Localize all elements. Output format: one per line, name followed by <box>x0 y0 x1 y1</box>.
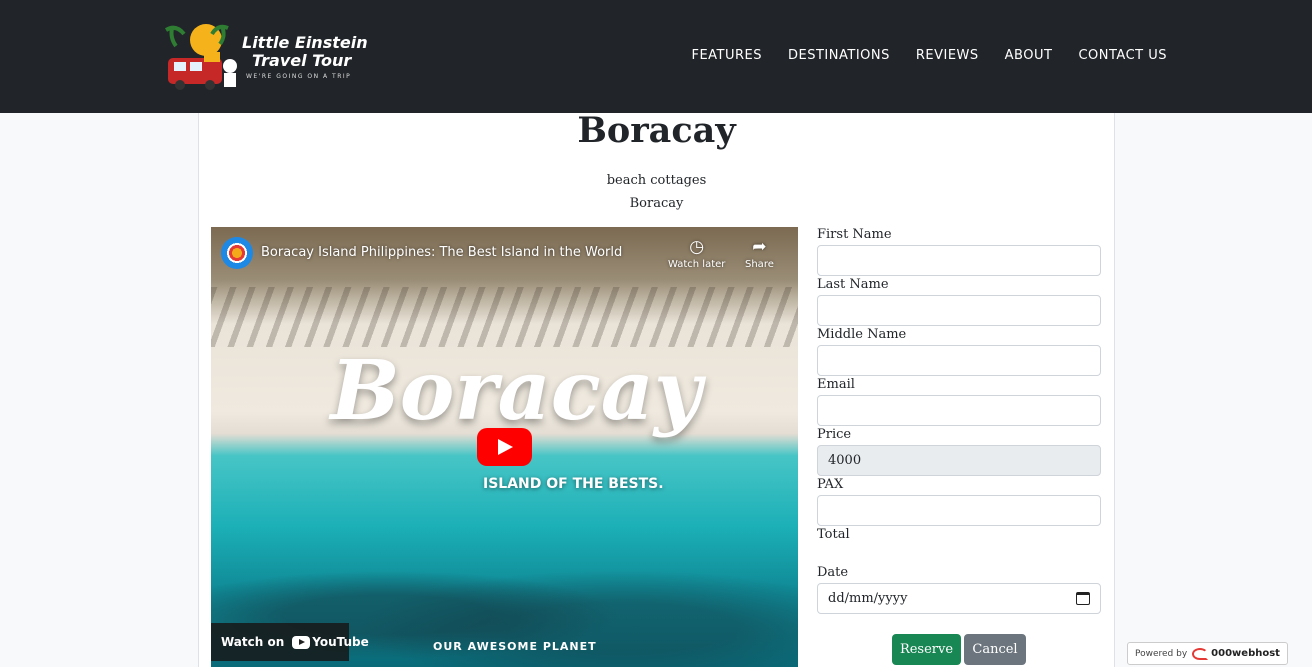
youtube-video-embed[interactable]: Boracay Island Philippines: The Best Isl… <box>211 227 798 667</box>
email-label: Email <box>817 377 855 392</box>
last-name-group: Last Name <box>817 277 1101 326</box>
email-group: Email <box>817 377 1101 426</box>
video-overlay-title: Boracay <box>330 343 702 439</box>
share-icon: ➦ <box>752 237 767 257</box>
youtube-play-icon <box>292 635 311 649</box>
reserve-button[interactable]: Reserve <box>892 634 961 665</box>
webhost-logo-icon <box>1192 647 1209 660</box>
date-placeholder: dd/mm/yyyy <box>828 591 908 606</box>
destination-container: Boracay beach cottages Boracay Boracay I… <box>198 113 1115 667</box>
nav-about[interactable]: ABOUT <box>1005 48 1053 63</box>
nav-destinations[interactable]: DESTINATIONS <box>788 48 890 63</box>
calendar-icon[interactable] <box>1076 592 1090 605</box>
youtube-label: YouTube <box>312 635 369 649</box>
share-button[interactable]: ➦ Share <box>745 237 774 270</box>
navbar: Little Einstein Travel Tour WE'RE GOING … <box>0 0 1312 113</box>
watch-later-label: Watch later <box>668 259 726 270</box>
email-input[interactable] <box>817 395 1101 426</box>
date-group: Date dd/mm/yyyy <box>817 565 1101 614</box>
hosting-badge[interactable]: Powered by 000webhost <box>1127 642 1288 665</box>
brand-logo[interactable]: Little Einstein Travel Tour WE'RE GOING … <box>158 20 368 94</box>
nav-reviews[interactable]: REVIEWS <box>916 48 979 63</box>
watch-later-button[interactable]: ◷ Watch later <box>668 237 725 270</box>
middle-name-input[interactable] <box>817 345 1101 376</box>
video-title[interactable]: Boracay Island Philippines: The Best Isl… <box>261 245 622 260</box>
price-label: Price <box>817 427 852 442</box>
first-name-input[interactable] <box>817 245 1101 276</box>
pax-group: PAX <box>817 477 1101 526</box>
last-name-label: Last Name <box>817 277 889 292</box>
destination-location: Boracay <box>629 196 684 211</box>
brand-tagline: WE'RE GOING ON A TRIP <box>246 73 352 80</box>
date-label: Date <box>817 565 849 580</box>
nav-contact-us[interactable]: CONTACT US <box>1078 48 1167 63</box>
channel-watermark: OUR AWESOME PLANET <box>433 640 597 653</box>
page-title: Boracay <box>577 110 736 151</box>
beach-huts-texture <box>211 287 798 347</box>
destination-subtitle: beach cottages <box>606 173 707 188</box>
bus-illustration-icon <box>164 24 237 90</box>
channel-avatar-icon[interactable] <box>221 237 253 269</box>
brand-title-line1: Little Einstein <box>242 33 368 52</box>
first-name-group: First Name <box>817 227 1101 276</box>
last-name-input[interactable] <box>817 295 1101 326</box>
play-icon[interactable] <box>477 428 532 466</box>
pax-input[interactable] <box>817 495 1101 526</box>
date-input[interactable]: dd/mm/yyyy <box>817 583 1101 614</box>
youtube-logo-icon: YouTube <box>292 635 369 649</box>
price-input <box>817 445 1101 476</box>
watch-on-youtube-button[interactable]: Watch on YouTube <box>211 623 369 661</box>
total-label: Total <box>817 527 850 542</box>
main-nav: FEATURES DESTINATIONS REVIEWS ABOUT CONT… <box>691 48 1167 63</box>
pax-label: PAX <box>817 477 844 492</box>
powered-by-label: Powered by <box>1135 648 1188 659</box>
first-name-label: First Name <box>817 227 892 242</box>
price-group: Price <box>817 427 1101 476</box>
brand-title: Little Einstein Travel Tour <box>242 34 368 70</box>
clock-icon: ◷ <box>689 237 705 257</box>
video-overlay-subtitle: ISLAND OF THE BESTS. <box>483 476 664 492</box>
middle-name-label: Middle Name <box>817 327 907 342</box>
middle-name-group: Middle Name <box>817 327 1101 376</box>
host-name: 000webhost <box>1211 648 1280 659</box>
nav-features[interactable]: FEATURES <box>691 48 762 63</box>
host-brand: 000webhost <box>1192 647 1280 660</box>
share-label: Share <box>745 259 774 270</box>
brand-title-line2: Travel Tour <box>252 51 352 70</box>
total-group: Total <box>817 527 1101 545</box>
cancel-button[interactable]: Cancel <box>964 634 1026 665</box>
watch-on-label: Watch on <box>221 635 285 649</box>
